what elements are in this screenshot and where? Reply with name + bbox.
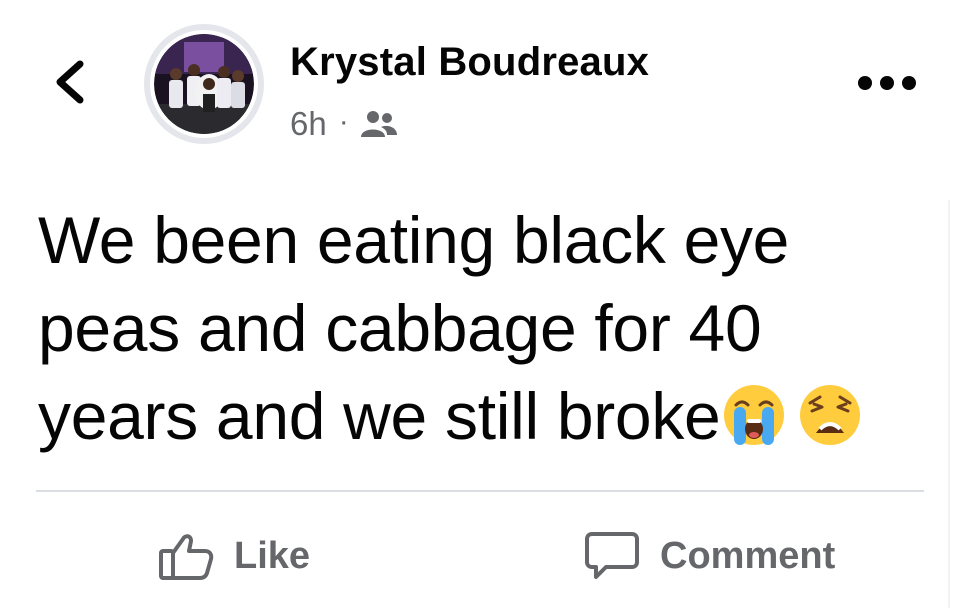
friends-icon[interactable] [359, 109, 399, 139]
author-avatar[interactable] [144, 24, 264, 144]
comment-label: Comment [660, 534, 836, 577]
avatar-photo [154, 34, 254, 134]
like-label: Like [234, 534, 311, 577]
comment-button[interactable]: Comment [584, 528, 835, 584]
post-meta: 6h · [290, 104, 399, 144]
loudly-crying-face-icon [724, 385, 785, 445]
post-timestamp[interactable]: 6h [290, 105, 327, 143]
more-horizontal-icon [858, 76, 872, 90]
author-name[interactable]: Krystal Boudreaux [290, 40, 649, 85]
back-button[interactable] [50, 56, 90, 108]
thumbs-up-icon [159, 534, 214, 580]
post-body: We been eating black eye peas and cabbag… [38, 196, 918, 460]
avatar-ring [150, 30, 258, 138]
more-horizontal-icon [880, 76, 894, 90]
more-horizontal-icon [902, 76, 916, 90]
weary-face-icon [800, 385, 861, 445]
scroll-edge [948, 200, 950, 608]
chevron-left-icon [56, 60, 84, 104]
post-text: We been eating black eye peas and cabbag… [38, 203, 790, 453]
meta-separator: · [338, 105, 349, 138]
action-divider [36, 490, 924, 492]
comment-icon [585, 532, 639, 579]
more-options-button[interactable] [858, 70, 916, 96]
like-button[interactable]: Like [158, 528, 310, 584]
